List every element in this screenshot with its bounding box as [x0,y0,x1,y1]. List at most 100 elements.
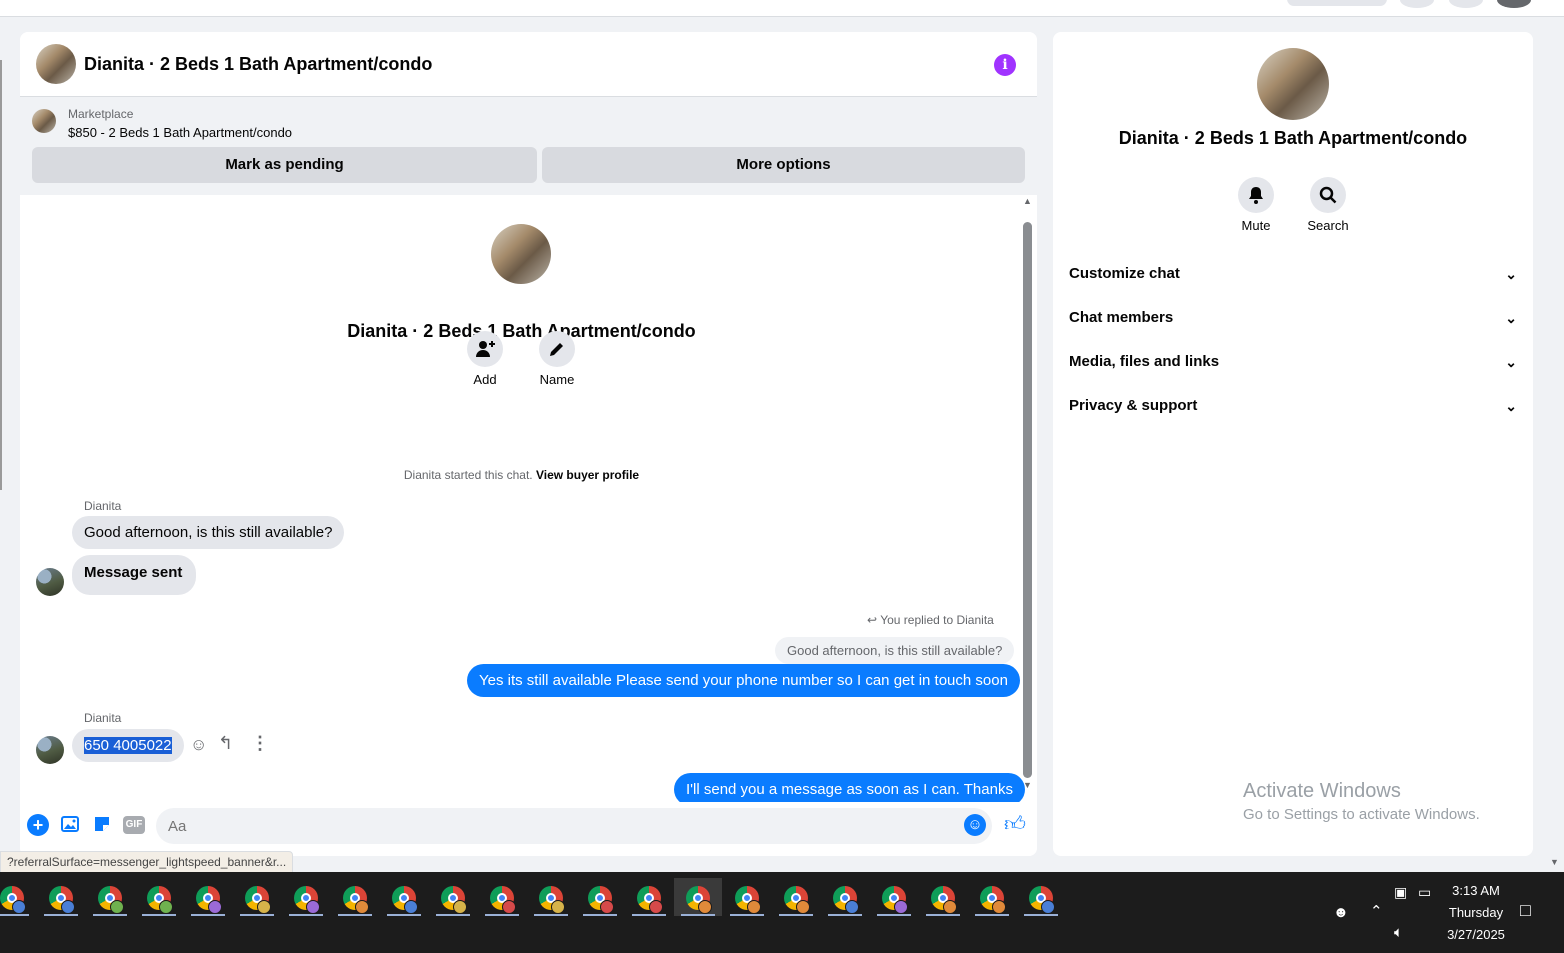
activate-windows-subtitle: Go to Settings to activate Windows. [1243,806,1480,823]
chrome-taskbar-button[interactable] [429,878,477,916]
listing-price-title[interactable]: $850 - 2 Beds 1 Bath Apartment/condo [68,125,292,140]
bell-icon [1249,186,1263,204]
quoted-message[interactable]: Good afternoon, is this still available? [775,637,1015,664]
chrome-taskbar-button[interactable] [772,878,820,916]
chrome-taskbar-button[interactable] [0,878,36,916]
running-indicator [975,914,1009,916]
scroll-down-arrow[interactable]: ▼ [1023,780,1032,790]
replied-to-notice: ↩ You replied to Dianita [867,613,994,627]
mark-as-pending-button[interactable]: Mark as pending [32,147,537,183]
react-smile-icon[interactable]: ☺ [190,735,207,755]
message-thread: Dianita · 2 Beds 1 Bath Apartment/condo … [20,195,1025,824]
more-dots-icon[interactable]: ⋮ [251,733,269,754]
incoming-phone-message[interactable]: 650 4005022 [72,729,184,762]
top-pill-button[interactable] [1287,0,1387,6]
thumbs-up-icon[interactable]: 👍︎ [1004,814,1026,836]
add-person-button[interactable] [467,331,503,367]
name-button[interactable] [539,331,575,367]
profile-badge-icon [257,900,271,914]
chrome-taskbar-button[interactable] [576,878,624,916]
running-indicator [93,914,127,916]
chrome-taskbar-button[interactable] [380,878,428,916]
windows-taskbar: ☻ ⌃ ▣ ▭ 🔈︎ 3:13 AM Thursday 3/27/2025 □ [0,872,1564,953]
customize-chat-section[interactable]: Customize chat ⌄ [1069,252,1517,296]
clock-date[interactable]: 3/27/2025 [1440,927,1512,942]
chrome-taskbar-button[interactable] [870,878,918,916]
running-indicator [730,914,764,916]
chrome-taskbar-button[interactable] [527,878,575,916]
section-label: Chat members [1069,309,1174,326]
pencil-icon [550,342,563,356]
chat-members-section[interactable]: Chat members ⌄ [1069,296,1517,340]
more-options-button[interactable]: More options [542,147,1025,183]
sender-avatar-2[interactable] [36,736,64,764]
listing-thumbnail[interactable] [32,109,56,133]
chrome-taskbar-button[interactable] [282,878,330,916]
profile-badge-icon [1041,900,1055,914]
profile-badge-icon [992,900,1006,914]
scroll-up-arrow[interactable]: ▲ [1023,196,1032,206]
section-label: Media, files and links [1069,353,1220,370]
sender-avatar[interactable] [36,568,64,596]
chrome-taskbar-button[interactable] [1017,878,1065,916]
chrome-taskbar-button[interactable] [37,878,85,916]
running-indicator [583,914,617,916]
chat-title[interactable]: Dianita · 2 Beds 1 Bath Apartment/condo [84,54,432,75]
volume-icon[interactable]: 🔈︎ [1394,924,1403,941]
emoji-icon[interactable]: ☺ [964,814,986,836]
scrollbar-thumb[interactable] [1023,222,1032,778]
running-indicator [534,914,568,916]
chrome-taskbar-button[interactable] [968,878,1016,916]
details-avatar[interactable] [1257,48,1329,120]
chrome-taskbar-button[interactable] [331,878,379,916]
profile-badge-icon [845,900,859,914]
clock-day[interactable]: Thursday [1443,905,1509,920]
running-indicator [1024,914,1058,916]
reply-arrow-icon: ↩ [867,613,878,627]
chrome-taskbar-button[interactable] [625,878,673,916]
profile-badge-icon [796,900,810,914]
notifications-icon[interactable]: □ [1520,900,1531,921]
selected-phone-text[interactable]: 650 4005022 [84,737,172,754]
page-scroll-down-arrow[interactable]: ▼ [1550,857,1559,867]
incoming-message[interactable]: Good afternoon, is this still available? [72,516,345,549]
profile-badge-icon [159,900,173,914]
incoming-message-sent[interactable]: Message sent [72,555,197,595]
network-icon[interactable]: ▭ [1418,884,1431,901]
privacy-support-section[interactable]: Privacy & support ⌄ [1069,384,1517,428]
chrome-taskbar-button[interactable] [86,878,134,916]
mute-button[interactable] [1238,177,1274,213]
running-indicator [0,914,29,916]
search-button[interactable] [1310,177,1346,213]
outgoing-message[interactable]: Yes its still available Please send your… [467,664,1020,697]
running-indicator [387,914,421,916]
photo-icon[interactable] [59,814,81,836]
gif-icon[interactable]: GIF [123,816,145,834]
chevron-up-icon[interactable]: ⌃ [1370,902,1383,920]
sender-name-2: Dianita [84,711,122,725]
add-label: Add [473,372,497,387]
chrome-taskbar-button[interactable] [184,878,232,916]
plus-icon[interactable]: + [27,814,49,836]
left-edge-divider [0,60,2,490]
intro-title: Dianita · 2 Beds 1 Bath Apartment/condo [347,321,696,341]
chevron-down-icon: ⌄ [1505,310,1517,326]
clock-time[interactable]: 3:13 AM [1447,883,1505,898]
meet-now-icon[interactable]: ▣ [1394,884,1407,901]
sticker-icon[interactable] [91,814,113,836]
chrome-taskbar-button[interactable] [674,878,722,916]
view-buyer-profile-link[interactable]: View buyer profile [536,468,639,482]
info-icon[interactable]: i [994,54,1016,76]
chrome-taskbar-button[interactable] [135,878,183,916]
media-files-links-section[interactable]: Media, files and links ⌄ [1069,340,1517,384]
listing-avatar[interactable] [36,44,76,84]
chrome-taskbar-button[interactable] [233,878,281,916]
chrome-taskbar-button[interactable] [919,878,967,916]
message-input[interactable] [156,808,992,844]
people-icon[interactable]: ☻ [1333,904,1349,921]
chrome-taskbar-button[interactable] [478,878,526,916]
running-indicator [240,914,274,916]
reply-icon[interactable]: ↰ [218,733,233,754]
chrome-taskbar-button[interactable] [821,878,869,916]
chrome-taskbar-button[interactable] [723,878,771,916]
